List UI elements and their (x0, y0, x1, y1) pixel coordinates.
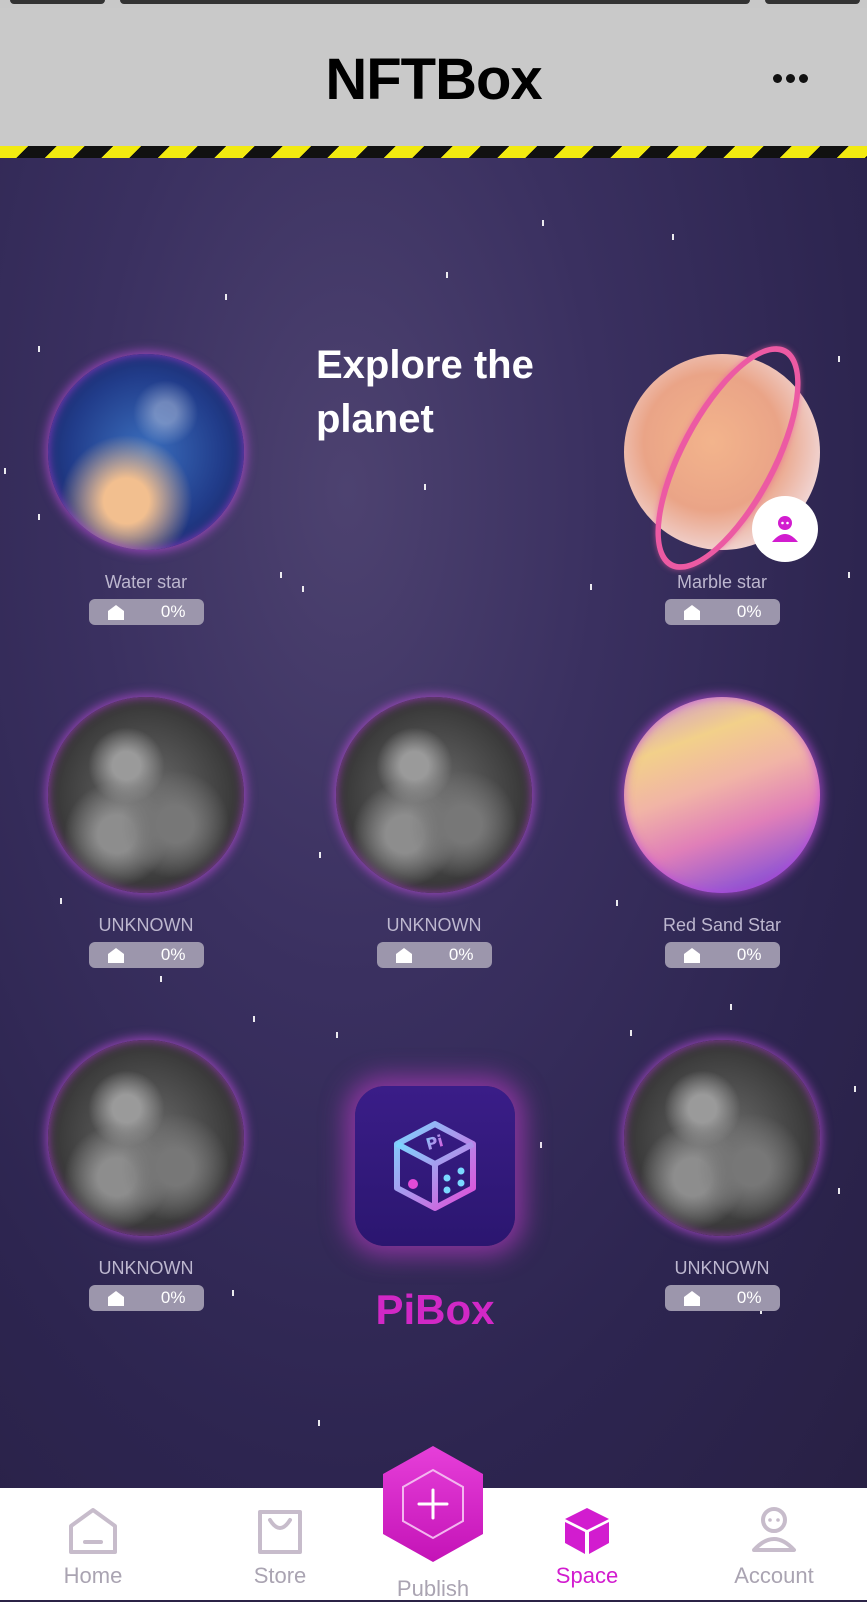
progress-value: 0% (160, 945, 186, 964)
planet-card-water-star[interactable]: Water star 0% (36, 354, 256, 625)
house-icon (683, 948, 700, 963)
house-icon (683, 605, 700, 620)
planet-card-marble-star[interactable]: Marble star 0% (612, 325, 832, 625)
planet-red-sand-star[interactable] (624, 697, 820, 893)
planet-water-star[interactable] (48, 354, 244, 550)
planet-card-unknown[interactable]: UNKNOWN 0% (36, 697, 256, 968)
dice-icon: Pi (394, 1121, 476, 1211)
planet-name: UNKNOWN (386, 915, 482, 935)
pibox-label: PiBox (375, 1286, 495, 1333)
progress-value: 0% (160, 1288, 186, 1307)
planet-card-red-sand-star[interactable]: Red Sand Star 0% (612, 697, 832, 968)
planet-progress: 0% (664, 1285, 780, 1311)
cube-icon (565, 1508, 609, 1554)
hazard-stripe-divider (0, 146, 867, 158)
planet-marble-star[interactable] (624, 325, 830, 591)
planet-name: Marble star (676, 572, 768, 592)
planet-name: UNKNOWN (98, 915, 194, 935)
nav-space[interactable]: Space (527, 1504, 647, 1589)
nav-label: Account (734, 1563, 814, 1588)
progress-value: 0% (448, 945, 474, 964)
planet-name: Red Sand Star (662, 915, 782, 935)
planet-progress: 0% (88, 942, 204, 968)
progress-value: 0% (160, 602, 186, 621)
house-icon (107, 1291, 124, 1306)
planet-progress: 0% (664, 942, 780, 968)
publish-button[interactable] (377, 1442, 489, 1566)
planet-name: UNKNOWN (98, 1258, 194, 1278)
explore-headline: Explore the planet (316, 343, 534, 441)
planet-card-unknown[interactable]: UNKNOWN 0% (36, 1040, 256, 1311)
app-header: NFTBox (0, 8, 867, 146)
house-icon (107, 948, 124, 963)
planet-unknown[interactable] (336, 697, 532, 893)
app-title: NFTBox (325, 47, 542, 112)
shopping-bag-icon (258, 1510, 302, 1554)
nav-label: Space (555, 1563, 619, 1588)
planet-name: UNKNOWN (674, 1258, 770, 1278)
status-bar-segment (10, 0, 105, 4)
nav-label: Home (63, 1563, 123, 1588)
more-dots-icon[interactable] (771, 70, 815, 90)
progress-value: 0% (736, 945, 762, 964)
status-bar-segment (765, 0, 860, 4)
status-bar-segment (120, 0, 750, 4)
svg-text:Pi: Pi (424, 1131, 446, 1154)
planet-progress: 0% (664, 599, 780, 625)
planet-unknown[interactable] (48, 697, 244, 893)
planet-card-unknown[interactable]: UNKNOWN 0% (612, 1040, 832, 1311)
nav-label-publish: Publish (396, 1576, 470, 1601)
user-icon (772, 516, 798, 542)
plus-hexagon-icon (383, 1446, 483, 1562)
nav-label: Store (253, 1563, 307, 1588)
progress-value: 0% (736, 1288, 762, 1307)
home-icon (69, 1508, 117, 1554)
house-icon (395, 948, 412, 963)
nav-home[interactable]: Home (33, 1504, 153, 1589)
nav-store[interactable]: Store (220, 1504, 340, 1589)
planet-unknown[interactable] (624, 1040, 820, 1236)
planet-progress: 0% (88, 599, 204, 625)
progress-value: 0% (736, 602, 762, 621)
planet-card-unknown[interactable]: UNKNOWN 0% (324, 697, 544, 968)
planet-unknown[interactable] (48, 1040, 244, 1236)
pibox-app-button[interactable]: Pi (355, 1086, 515, 1246)
house-icon (107, 605, 124, 620)
house-icon (683, 1291, 700, 1306)
planet-name: Water star (104, 572, 188, 592)
planet-progress: 0% (376, 942, 492, 968)
user-icon (752, 1507, 796, 1552)
planet-progress: 0% (88, 1285, 204, 1311)
owner-badge[interactable] (752, 496, 818, 562)
nav-account[interactable]: Account (714, 1504, 834, 1589)
